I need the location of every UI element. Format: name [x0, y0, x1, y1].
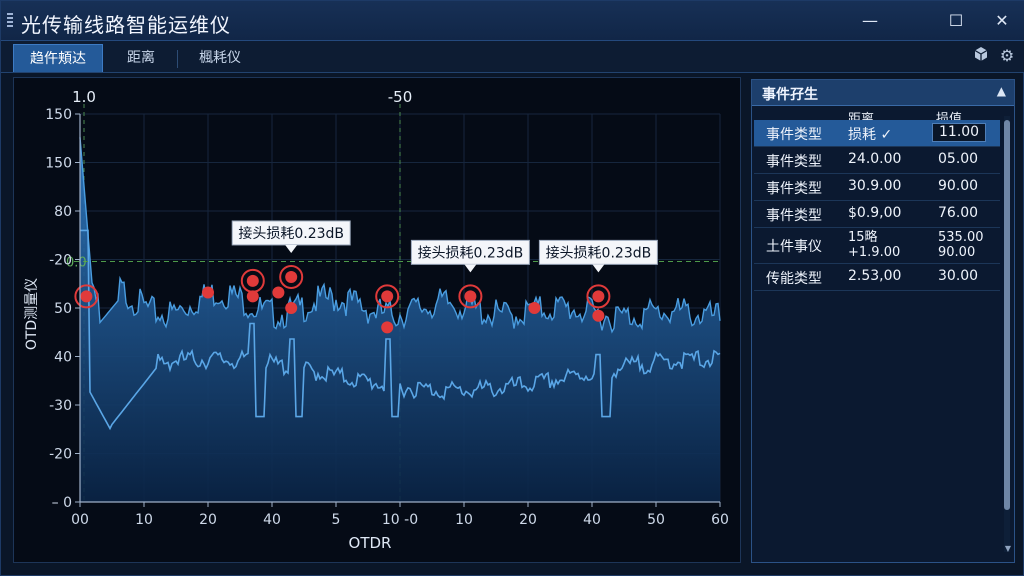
marker-label-center: -50 [388, 88, 413, 106]
annotation-pointer [464, 264, 477, 273]
minimize-button[interactable]: — [853, 7, 887, 35]
event-distance: 损耗 ✓ [848, 127, 893, 143]
event-marker[interactable] [464, 290, 477, 303]
x-tick-label: 10 -0 [382, 512, 418, 528]
event-type: 土件事仪 [766, 239, 822, 255]
row-divider [754, 290, 1000, 291]
title-bar: 光传输线路智能运维仪 — ☐ ✕ [1, 1, 1024, 41]
event-marker[interactable] [528, 302, 541, 314]
event-marker[interactable] [272, 286, 285, 299]
event-row[interactable]: 事件类型 30.9.00 90.00 [754, 174, 1000, 200]
event-value: 76.00 [938, 205, 979, 221]
event-marker[interactable] [381, 290, 394, 303]
event-type: 事件类型 [766, 127, 822, 143]
window-title: 光传输线路智能运维仪 [21, 13, 231, 37]
event-distance: 15略 [848, 230, 878, 245]
app-window: 光传输线路智能运维仪 — ☐ ✕ 趋仵頬达 距离 楓耗仪 ⚙ 0.0 接头损耗0.… [0, 0, 1024, 576]
event-marker[interactable] [80, 290, 93, 303]
event-distance: $0.9,00 [848, 205, 902, 221]
annotation-label: 接头损耗0.23dB [238, 225, 344, 242]
tab-divider [177, 50, 178, 68]
event-distance: 30.9.00 [848, 178, 902, 194]
annotation-label: 接头损耗0.23dB [418, 244, 524, 261]
marker-label-left: 1.0 [72, 88, 96, 106]
event-value: 535.00 [938, 230, 984, 245]
close-button[interactable]: ✕ [985, 7, 1019, 35]
event-marker[interactable] [285, 270, 298, 283]
tab-trend[interactable]: 趋仵頬达 [13, 44, 103, 72]
otdr-plot-panel: 0.0 接头损耗0.23dB 接头损耗0.23dB 接头损耗0.23dB 150 150 8… [13, 77, 741, 563]
event-panel-header[interactable]: 事件孖生 ▲ [752, 80, 1014, 106]
event-row[interactable]: 土件事仪 15略 +1.9.00 535.00 90.00 [754, 228, 1000, 262]
event-marker[interactable] [381, 321, 394, 334]
event-distance: 2.53,00 [848, 268, 902, 284]
event-marker[interactable] [285, 302, 298, 314]
y-tick-label: 80 [54, 204, 72, 220]
event-type: 事件类型 [766, 208, 822, 224]
y-tick-label: -30 [49, 398, 72, 414]
annotation-pointer [285, 244, 298, 253]
event-marker[interactable] [246, 290, 259, 303]
chevron-up-icon[interactable]: ▲ [997, 84, 1006, 98]
y-axis-label: OTD测量仪 [24, 278, 40, 350]
event-panel-title: 事件孖生 [762, 87, 818, 103]
event-value[interactable]: 11.00 [932, 123, 987, 142]
event-row[interactable]: 事件类型 $0.9,00 76.00 [754, 201, 1000, 227]
event-row[interactable]: 事件类型 损耗 ✓ 11.00 [754, 120, 1000, 146]
x-tick-label: 00 [71, 512, 89, 528]
x-tick-label: 10 [135, 512, 153, 528]
y-tick-label: 40 [54, 350, 72, 366]
cube-icon[interactable] [971, 46, 991, 66]
event-value-secondary: 90.00 [938, 245, 976, 260]
y-tick-label: 150 [45, 156, 72, 172]
x-tick-label: 20 [519, 512, 537, 528]
annotation-label: 接头损耗0.23dB [546, 244, 652, 261]
event-value: 30.00 [938, 268, 979, 284]
event-row[interactable]: 传能类型 2.53,00 30.00 [754, 264, 1000, 290]
x-tick-label: 5 [332, 512, 341, 528]
gear-icon[interactable]: ⚙ [997, 46, 1017, 66]
scroll-down-icon[interactable]: ▼ [1005, 544, 1011, 553]
x-tick-label: 10 [455, 512, 473, 528]
event-type: 事件类型 [766, 181, 822, 197]
event-distance: 24.0.00 [848, 151, 902, 167]
y-tick-label: 50 [54, 301, 72, 317]
y-tick-label: -20 [49, 253, 72, 269]
y-tick-label: – 0 [52, 495, 72, 511]
event-marker[interactable] [592, 309, 605, 322]
event-row[interactable]: 事件类型 24.0.00 05.00 [754, 147, 1000, 173]
app-menu-icon[interactable] [7, 13, 13, 29]
event-type: 事件类型 [766, 154, 822, 170]
tab-distance[interactable]: 距离 [111, 44, 171, 72]
event-value: 90.00 [938, 178, 979, 194]
event-panel: 事件孖生 ▲ 距离 损值 事件类型 损耗 ✓ 11.00 事件类型 24.0.0… [751, 79, 1015, 563]
scrollbar-thumb[interactable] [1004, 120, 1010, 510]
x-tick-label: 60 [711, 512, 729, 528]
x-tick-label: 50 [647, 512, 665, 528]
y-tick-label: 150 [45, 107, 72, 123]
x-tick-label: 20 [199, 512, 217, 528]
tab-loss[interactable]: 楓耗仪 [183, 44, 257, 72]
annotation-pointer [592, 264, 605, 273]
tab-bar: 趋仵頬达 距离 楓耗仪 [1, 41, 1024, 73]
event-distance-secondary: +1.9.00 [848, 245, 901, 260]
x-tick-label: 40 [583, 512, 601, 528]
otdr-chart[interactable]: 0.0接头损耗0.23dB接头损耗0.23dB 接头损耗0.23dB1501508… [14, 78, 740, 562]
x-axis-label: OTDR [349, 534, 392, 552]
event-type: 传能类型 [766, 271, 822, 287]
y-tick-label: -20 [49, 447, 72, 463]
maximize-button[interactable]: ☐ [939, 7, 973, 35]
event-value: 05.00 [938, 151, 979, 167]
event-marker[interactable] [202, 286, 214, 299]
event-marker[interactable] [246, 274, 259, 287]
x-tick-label: 40 [263, 512, 281, 528]
event-marker[interactable] [592, 290, 605, 303]
